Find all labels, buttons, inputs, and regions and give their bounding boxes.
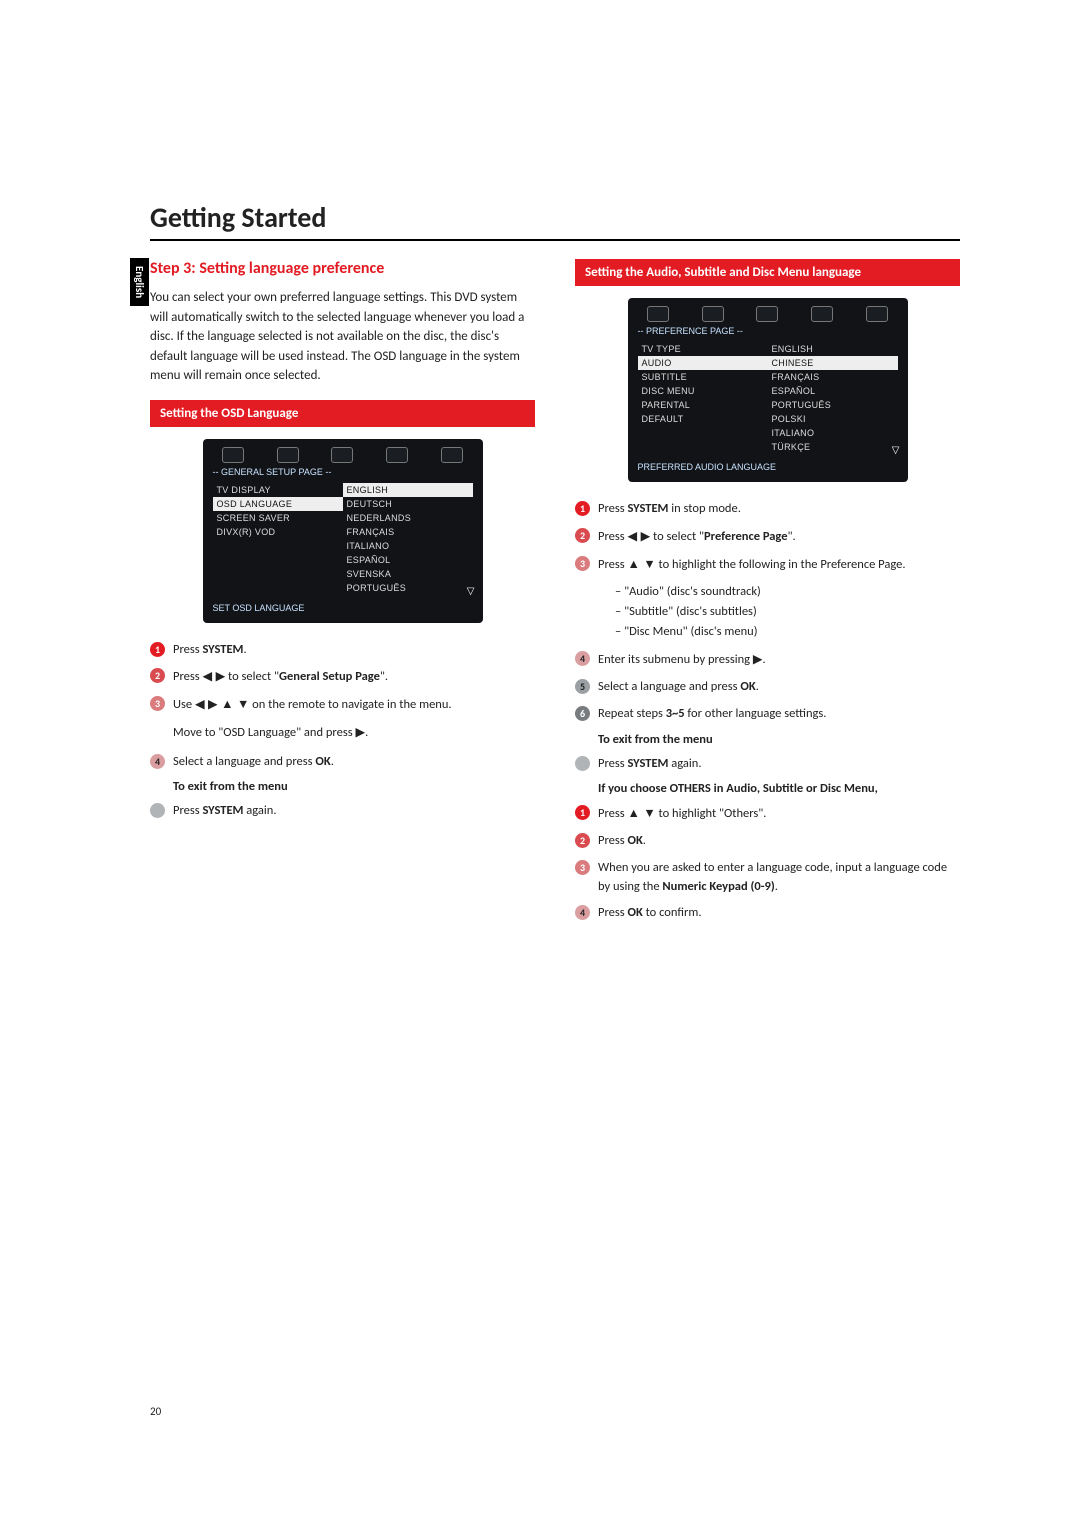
right-step-1: 1 Press SYSTEM in stop mode. — [575, 500, 960, 519]
left-step-3: 3 Use ◀ ▶ ▲ ▼ on the remote to navigate … — [150, 695, 535, 715]
step-heading: Step 3: Setting language preference — [150, 259, 535, 278]
menu-footer: PREFERRED AUDIO LANGUAGE — [638, 462, 898, 472]
others-step-1: 1 Press ▲ ▼ to highlight "Others". — [575, 804, 960, 824]
menu-footer: SET OSD LANGUAGE — [213, 603, 473, 613]
content-columns: Step 3: Setting language preference You … — [150, 259, 960, 931]
osd-menu-langs: ENGLISHDEUTSCHNEDERLANDSFRANÇAISITALIANO… — [343, 483, 473, 595]
step-bullet-3: 3 — [575, 556, 590, 571]
step-bullet-5: 5 — [575, 679, 590, 694]
step-bullet-2: 2 — [575, 833, 590, 848]
osd-menu-items: TV DISPLAYOSD LANGUAGESCREEN SAVERDIVX(R… — [213, 483, 343, 595]
right-step-4: 4 Enter its submenu by pressing ▶. — [575, 650, 960, 670]
scroll-down-icon: ▽ — [467, 586, 475, 597]
page-title: Getting Started — [150, 200, 960, 241]
step-bullet-2: 2 — [150, 668, 165, 683]
step-bullet-1: 1 — [575, 805, 590, 820]
pref-menu-screenshot: -- PREFERENCE PAGE -- TV TYPEAUDIOSUBTIT… — [628, 298, 908, 482]
disc-bullet — [575, 756, 590, 771]
left-step-3b: Move to "OSD Language" and press ▶. — [173, 723, 535, 743]
step-bullet-3: 3 — [575, 860, 590, 875]
pref-menu-items: TV TYPEAUDIOSUBTITLEDISC MENUPARENTALDEF… — [638, 342, 768, 454]
right-exit-label: To exit from the menu — [598, 732, 960, 747]
left-step-4: 4 Select a language and press OK. — [150, 753, 535, 772]
right-step-3-sublist: "Audio" (disc's soundtrack)"Subtitle" (d… — [615, 582, 960, 642]
audio-subhead: Setting the Audio, Subtitle and Disc Men… — [575, 259, 960, 286]
left-exit-step: Press SYSTEM again. — [150, 802, 535, 821]
right-step-6: 6 Repeat steps 3~5 for other language se… — [575, 705, 960, 724]
step-bullet-3: 3 — [150, 696, 165, 711]
scroll-down-icon: ▽ — [892, 445, 900, 456]
menu-tabs-icons — [638, 306, 898, 322]
others-step-3: 3 When you are asked to enter a language… — [575, 859, 960, 897]
intro-paragraph: You can select your own preferred langua… — [150, 288, 535, 386]
osd-menu-screenshot: -- GENERAL SETUP PAGE -- TV DISPLAYOSD L… — [203, 439, 483, 623]
right-column: Setting the Audio, Subtitle and Disc Men… — [575, 259, 960, 931]
menu-page-title: -- PREFERENCE PAGE -- — [638, 326, 898, 336]
menu-page-title: -- GENERAL SETUP PAGE -- — [213, 467, 473, 477]
page-number: 20 — [150, 1405, 161, 1418]
others-step-2: 2 Press OK. — [575, 832, 960, 851]
right-step-3: 3 Press ▲ ▼ to highlight the following i… — [575, 555, 960, 575]
menu-tabs-icons — [213, 447, 473, 463]
others-heading: If you choose OTHERS in Audio, Subtitle … — [598, 781, 960, 796]
step-bullet-1: 1 — [575, 501, 590, 516]
language-tab: English — [130, 258, 149, 306]
left-step-2: 2 Press ◀ ▶ to select "General Setup Pag… — [150, 667, 535, 687]
left-step-1: 1 Press SYSTEM. — [150, 641, 535, 660]
right-step-5: 5 Select a language and press OK. — [575, 678, 960, 697]
step-bullet-4: 4 — [150, 754, 165, 769]
right-exit-step: Press SYSTEM again. — [575, 755, 960, 774]
others-step-4: 4 Press OK to confirm. — [575, 904, 960, 923]
step-bullet-4: 4 — [575, 905, 590, 920]
step-bullet-2: 2 — [575, 528, 590, 543]
left-column: Step 3: Setting language preference You … — [150, 259, 535, 931]
right-step-2: 2 Press ◀ ▶ to select "Preference Page". — [575, 527, 960, 547]
left-exit-label: To exit from the menu — [173, 779, 535, 794]
pref-menu-langs: ENGLISHCHINESEFRANÇAISESPAÑOLPORTUGUÊSPO… — [768, 342, 898, 454]
step-bullet-6: 6 — [575, 706, 590, 721]
step-bullet-1: 1 — [150, 642, 165, 657]
disc-bullet — [150, 803, 165, 818]
step-bullet-4: 4 — [575, 651, 590, 666]
osd-subhead: Setting the OSD Language — [150, 400, 535, 427]
